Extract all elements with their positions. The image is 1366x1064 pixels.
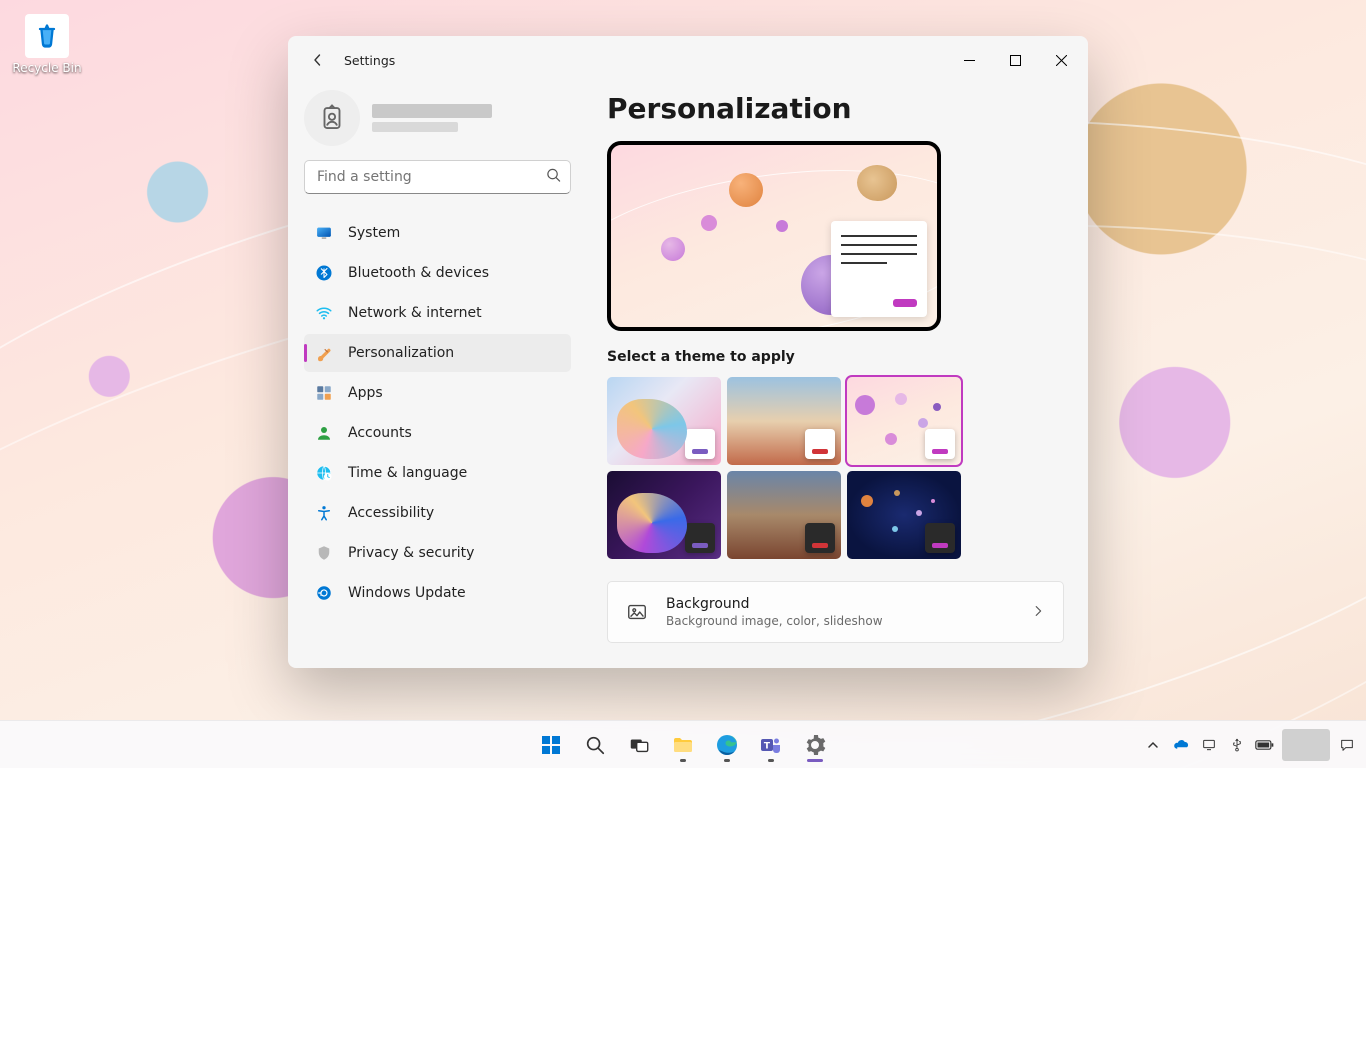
theme-option-3[interactable] <box>607 471 721 559</box>
chevron-right-icon <box>1031 603 1045 622</box>
nav-item-time[interactable]: Time & language <box>304 454 571 492</box>
desktop-preview[interactable] <box>607 141 941 331</box>
preview-window-card <box>831 221 927 317</box>
nav-label: Apps <box>348 385 383 401</box>
recycle-bin-icon <box>25 14 69 58</box>
nav-item-personalization[interactable]: Personalization <box>304 334 571 372</box>
taskbar-search-button[interactable] <box>575 725 615 765</box>
onedrive-tray-icon[interactable] <box>1170 725 1192 765</box>
nav-label: Bluetooth & devices <box>348 265 489 281</box>
page-heading: Personalization <box>607 92 1064 125</box>
bluetooth-icon <box>314 263 334 283</box>
theme-option-0[interactable] <box>607 377 721 465</box>
nav-item-bluetooth[interactable]: Bluetooth & devices <box>304 254 571 292</box>
nav-label: Time & language <box>348 465 467 481</box>
main-content: Personalization Select a theme to apply <box>583 84 1088 668</box>
theme-option-4[interactable] <box>727 471 841 559</box>
nav-item-accounts[interactable]: Accounts <box>304 414 571 452</box>
task-view-button[interactable] <box>619 725 659 765</box>
theme-option-5[interactable] <box>847 471 961 559</box>
start-button[interactable] <box>531 725 571 765</box>
search-wrap <box>304 160 571 194</box>
avatar <box>304 90 360 146</box>
usb-tray-icon[interactable] <box>1226 725 1248 765</box>
nav-label: Network & internet <box>348 305 482 321</box>
titlebar: Settings <box>288 36 1088 84</box>
system-icon <box>314 223 334 243</box>
close-button[interactable] <box>1038 44 1084 76</box>
clock-globe-icon <box>314 463 334 483</box>
taskbar-center: T <box>531 725 835 765</box>
edge-button[interactable] <box>707 725 747 765</box>
nav-label: Privacy & security <box>348 545 474 561</box>
nav-label: System <box>348 225 400 241</box>
nav-label: Accounts <box>348 425 412 441</box>
nav-item-network[interactable]: Network & internet <box>304 294 571 332</box>
nav-item-privacy[interactable]: Privacy & security <box>304 534 571 572</box>
display-tray-icon[interactable] <box>1198 725 1220 765</box>
file-explorer-button[interactable] <box>663 725 703 765</box>
update-icon <box>314 583 334 603</box>
picture-icon <box>626 601 648 623</box>
paintbrush-icon <box>314 343 334 363</box>
tray-chevron-up-icon[interactable] <box>1142 725 1164 765</box>
minimize-button[interactable] <box>946 44 992 76</box>
svg-text:T: T <box>764 741 771 751</box>
nav: System Bluetooth & devices Network & int… <box>304 214 571 612</box>
theme-option-2[interactable] <box>847 377 961 465</box>
background-setting-card[interactable]: Background Background image, color, slid… <box>607 581 1064 643</box>
recycle-bin-desktop-icon[interactable]: Recycle Bin <box>12 14 82 75</box>
person-icon <box>314 423 334 443</box>
notifications-tray-icon[interactable] <box>1336 725 1358 765</box>
nav-item-update[interactable]: Windows Update <box>304 574 571 612</box>
search-input[interactable] <box>304 160 571 194</box>
account-row[interactable] <box>304 84 571 160</box>
maximize-button[interactable] <box>992 44 1038 76</box>
shield-icon <box>314 543 334 563</box>
card-title: Background <box>666 596 1013 612</box>
tray-clock[interactable] <box>1282 725 1330 765</box>
nav-label: Personalization <box>348 345 454 361</box>
theme-subheading: Select a theme to apply <box>607 349 1064 365</box>
nav-item-system[interactable]: System <box>304 214 571 252</box>
teams-button[interactable]: T <box>751 725 791 765</box>
taskbar: T <box>0 720 1366 768</box>
nav-label: Accessibility <box>348 505 434 521</box>
battery-tray-icon[interactable] <box>1254 725 1276 765</box>
sidebar: System Bluetooth & devices Network & int… <box>288 84 583 668</box>
apps-icon <box>314 383 334 403</box>
preview-accent <box>893 299 917 307</box>
system-tray <box>1142 725 1358 765</box>
nav-label: Windows Update <box>348 585 466 601</box>
theme-grid <box>607 377 1064 559</box>
card-desc: Background image, color, slideshow <box>666 614 1013 628</box>
window-title: Settings <box>344 53 395 68</box>
search-icon <box>546 168 561 187</box>
account-info <box>372 104 571 132</box>
accessibility-icon <box>314 503 334 523</box>
recycle-bin-label: Recycle Bin <box>12 61 82 75</box>
theme-option-1[interactable] <box>727 377 841 465</box>
nav-item-accessibility[interactable]: Accessibility <box>304 494 571 532</box>
back-button[interactable] <box>302 44 334 76</box>
settings-taskbar-button[interactable] <box>795 725 835 765</box>
nav-item-apps[interactable]: Apps <box>304 374 571 412</box>
wifi-icon <box>314 303 334 323</box>
settings-window: Settings <box>288 36 1088 668</box>
